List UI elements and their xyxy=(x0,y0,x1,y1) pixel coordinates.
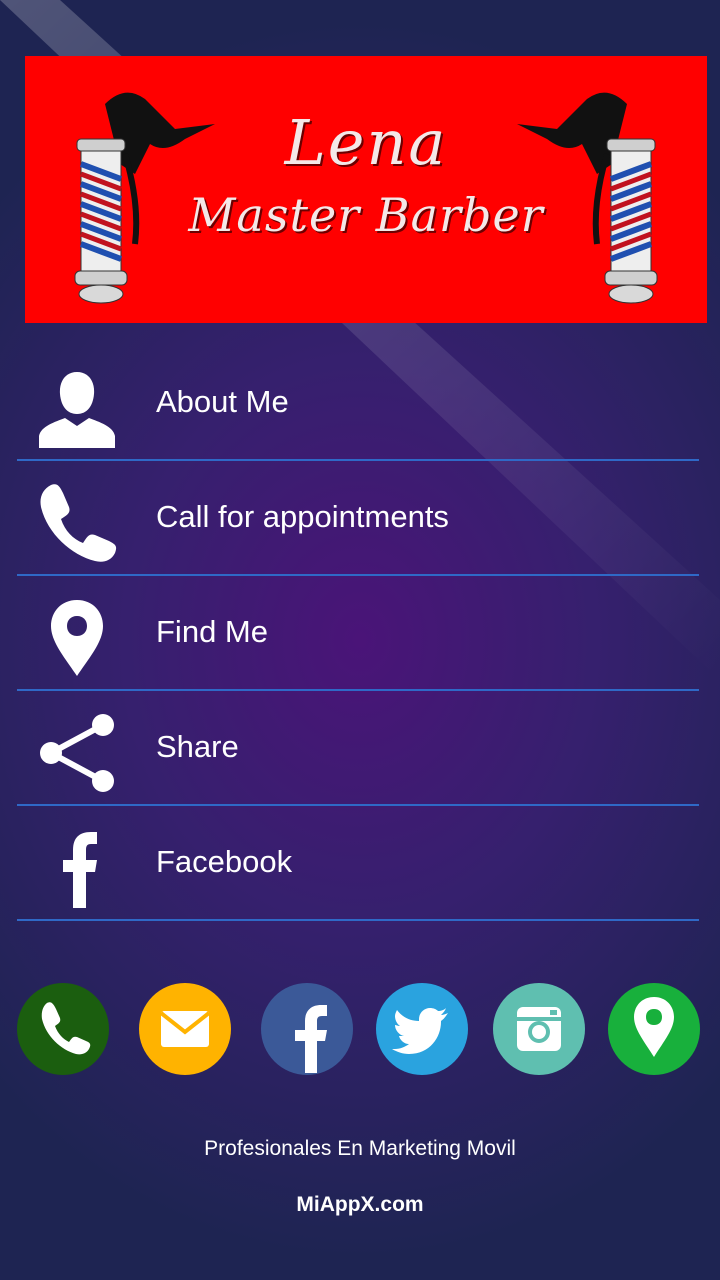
map-pin-icon xyxy=(51,600,103,676)
menu-item-label: Find Me xyxy=(156,614,268,649)
facebook-icon xyxy=(295,1005,327,1073)
main-menu: About Me Call for appointments Find Me S… xyxy=(17,346,699,921)
twitter-icon xyxy=(392,1008,448,1054)
social-buttons xyxy=(17,983,700,1075)
menu-item-about-me[interactable]: About Me xyxy=(17,346,699,461)
map-pin-icon xyxy=(634,997,674,1057)
footer-tagline: Profesionales En Marketing Movil xyxy=(204,1137,516,1160)
menu-item-call[interactable]: Call for appointments xyxy=(17,461,699,576)
menu-item-label: Share xyxy=(156,729,239,764)
menu-item-facebook[interactable]: Facebook xyxy=(17,806,699,921)
location-button[interactable] xyxy=(608,983,700,1075)
header-banner: Lena Master Barber xyxy=(25,56,707,323)
instagram-icon xyxy=(517,1007,561,1051)
instagram-button[interactable] xyxy=(493,983,585,1075)
banner-subtitle: Master Barber xyxy=(188,188,544,242)
email-icon xyxy=(159,1011,211,1047)
facebook-icon xyxy=(63,832,97,908)
twitter-button[interactable] xyxy=(376,983,468,1075)
email-button[interactable] xyxy=(139,983,231,1075)
banner-name: Lena xyxy=(284,106,448,179)
phone-icon xyxy=(41,1002,91,1055)
phone-icon xyxy=(40,484,117,562)
share-icon xyxy=(40,714,114,792)
menu-item-label: About Me xyxy=(156,384,289,419)
menu-item-find-me[interactable]: Find Me xyxy=(17,576,699,691)
menu-item-share[interactable]: Share xyxy=(17,691,699,806)
person-icon xyxy=(39,372,115,448)
facebook-button[interactable] xyxy=(261,983,353,1075)
footer-site-link[interactable]: MiAppX.com xyxy=(0,1193,720,1217)
call-button[interactable] xyxy=(17,983,109,1075)
menu-item-label: Call for appointments xyxy=(156,499,449,534)
menu-item-label: Facebook xyxy=(156,844,293,879)
